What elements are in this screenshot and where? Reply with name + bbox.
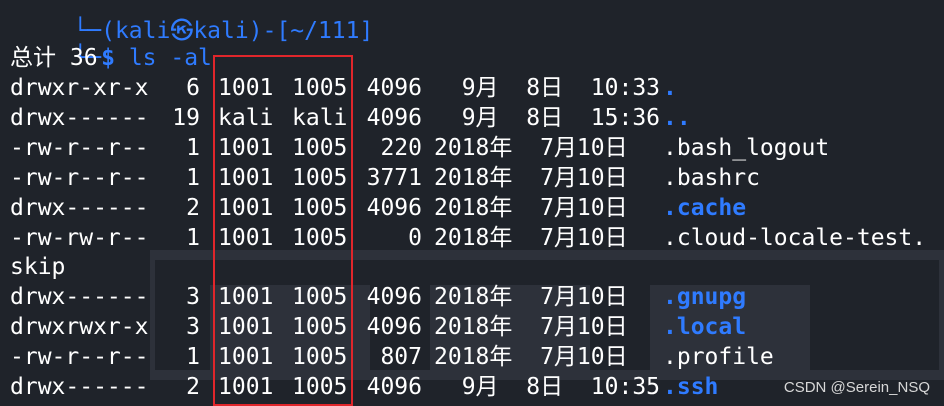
modified-date: 2018年 7月10日 xyxy=(434,284,628,310)
modified-date: 9月 8日 10:35 xyxy=(434,374,661,400)
link-count: 1 xyxy=(186,135,200,161)
link-count: 3 xyxy=(186,284,200,310)
owner: 1001 xyxy=(218,165,274,191)
file-size: 807 xyxy=(380,344,422,370)
file-name: .cache xyxy=(663,195,747,221)
modified-date: 2018年 7月10日 xyxy=(434,225,628,251)
total-line: 总计 36 xyxy=(10,45,98,71)
group: 1005 xyxy=(292,135,348,161)
modified-date: 2018年 7月10日 xyxy=(434,344,628,370)
link-count: 19 xyxy=(172,105,200,131)
file-name: .ssh xyxy=(663,374,719,400)
link-count: 2 xyxy=(186,374,200,400)
file-size: 4096 xyxy=(366,105,422,131)
link-count: 2 xyxy=(186,195,200,221)
file-size: 220 xyxy=(380,135,422,161)
link-count: 1 xyxy=(186,225,200,251)
terminal-window[interactable]: └─(kali㉿kali)-[~/111] └─$ ls -al 总计 36 d… xyxy=(0,0,944,406)
owner: 1001 xyxy=(218,314,274,340)
modified-date: 2018年 7月10日 xyxy=(434,314,628,340)
permissions: -rw-r--r-- xyxy=(10,165,149,191)
file-size: 3771 xyxy=(366,165,422,191)
command-text: ls -al xyxy=(128,45,212,71)
prompt-line: └─$ ls -al xyxy=(73,45,212,71)
owner: 1001 xyxy=(218,225,274,251)
permissions: drwx------ xyxy=(10,374,149,400)
permissions: -rw-rw-r-- xyxy=(10,225,149,251)
group: 1005 xyxy=(292,284,348,310)
permissions: drwxrwxr-x xyxy=(10,314,149,340)
csdn-watermark: CSDN @Serein_NSQ xyxy=(783,379,930,396)
owner: 1001 xyxy=(218,135,274,161)
owner: 1001 xyxy=(218,195,274,221)
file-name: .local xyxy=(663,314,747,340)
link-count: 1 xyxy=(186,165,200,191)
file-size: 0 xyxy=(408,225,422,251)
modified-date: 2018年 7月10日 xyxy=(434,165,628,191)
modified-date: 2018年 7月10日 xyxy=(434,195,628,221)
modified-date: 2018年 7月10日 xyxy=(434,135,628,161)
group: 1005 xyxy=(292,374,348,400)
file-size: 4096 xyxy=(366,284,422,310)
file-name: .. xyxy=(663,105,691,131)
owner: kali xyxy=(218,105,274,131)
group: 1005 xyxy=(292,165,348,191)
permissions: drwxr-xr-x xyxy=(10,75,149,101)
file-size: 4096 xyxy=(366,195,422,221)
group: kali xyxy=(292,105,348,131)
link-count: 3 xyxy=(186,314,200,340)
file-name: . xyxy=(663,75,677,101)
group: 1005 xyxy=(292,344,348,370)
modified-date: 9月 8日 10:33 xyxy=(434,75,661,101)
file-size: 4096 xyxy=(366,374,422,400)
owner: 1001 xyxy=(218,75,274,101)
group: 1005 xyxy=(292,225,348,251)
owner: 1001 xyxy=(218,374,274,400)
link-count: 1 xyxy=(186,344,200,370)
permissions: -rw-r--r-- xyxy=(10,344,149,370)
modified-date: 9月 8日 15:36 xyxy=(434,105,661,131)
file-name: .profile xyxy=(663,344,774,370)
file-size: 4096 xyxy=(366,314,422,340)
owner: 1001 xyxy=(218,284,274,310)
permissions: -rw-r--r-- xyxy=(10,135,149,161)
group: 1005 xyxy=(292,314,348,340)
wrap-text: skip xyxy=(10,254,66,280)
file-name: .cloud-locale-test. xyxy=(663,225,927,251)
permissions: drwx------ xyxy=(10,195,149,221)
owner: 1001 xyxy=(218,344,274,370)
group: 1005 xyxy=(292,75,348,101)
file-name: .gnupg xyxy=(663,284,747,310)
group: 1005 xyxy=(292,195,348,221)
prompt-dollar: $ xyxy=(101,45,115,71)
link-count: 6 xyxy=(186,75,200,101)
file-size: 4096 xyxy=(366,75,422,101)
file-name: .bashrc xyxy=(663,165,760,191)
file-name: .bash_logout xyxy=(663,135,830,161)
permissions: drwx------ xyxy=(10,284,149,310)
permissions: drwx------ xyxy=(10,105,149,131)
